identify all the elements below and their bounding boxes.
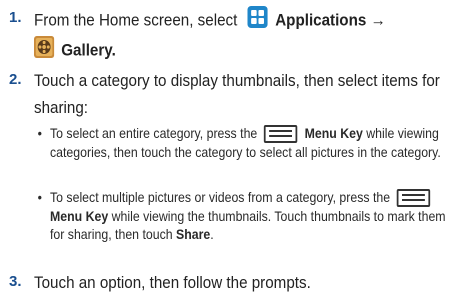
step-1-lead: From the Home screen, select xyxy=(34,11,238,30)
step-2: 2. Touch a category to display thumbnail… xyxy=(0,68,472,120)
step-1: 1. From the Home screen, select Applicat… xyxy=(0,6,472,62)
bullet-2-lead: To select multiple pictures or videos fr… xyxy=(50,189,391,205)
bullet-1-lead: To select an entire category, press the xyxy=(50,125,258,141)
menu-key-label: Menu xyxy=(304,125,337,141)
menu-key-icon xyxy=(264,125,298,144)
bullet-glyph: • xyxy=(37,189,42,205)
bullet-2-rest: while viewing the thumbnails. Touch thum… xyxy=(50,208,446,243)
share-suffix: . xyxy=(210,226,214,243)
key-word: Key xyxy=(85,208,109,225)
step-3-text: Touch an option, then follow the prompts… xyxy=(34,274,311,292)
applications-label: Applications xyxy=(275,11,367,30)
bullet-item-1: • To select an entire category, press th… xyxy=(38,124,455,161)
arrow-glyph: → xyxy=(370,11,386,30)
share-label: Share xyxy=(176,226,211,243)
applications-grid-icon xyxy=(247,6,268,36)
gallery-label: Gallery xyxy=(61,41,112,60)
bullet-glyph: • xyxy=(37,125,42,141)
gallery-suffix: . xyxy=(111,41,116,60)
menu-key-icon xyxy=(397,189,431,208)
step-number: 3. xyxy=(9,273,22,290)
step-number: 2. xyxy=(9,71,22,88)
step-2-text: Touch a category to display thumbnails, … xyxy=(34,72,440,117)
gallery-film-icon xyxy=(34,36,55,66)
step-number: 1. xyxy=(9,9,22,26)
key-word: Key xyxy=(340,125,363,141)
step-1-text: From the Home screen, select Application… xyxy=(34,6,430,66)
instruction-page: 1. From the Home screen, select Applicat… xyxy=(0,0,472,303)
menu-key-label: Menu xyxy=(50,208,83,225)
step-3: 3. Touch an option, then follow the prom… xyxy=(0,270,472,298)
bullet-item-2: • To select multiple pictures or videos … xyxy=(38,188,455,243)
